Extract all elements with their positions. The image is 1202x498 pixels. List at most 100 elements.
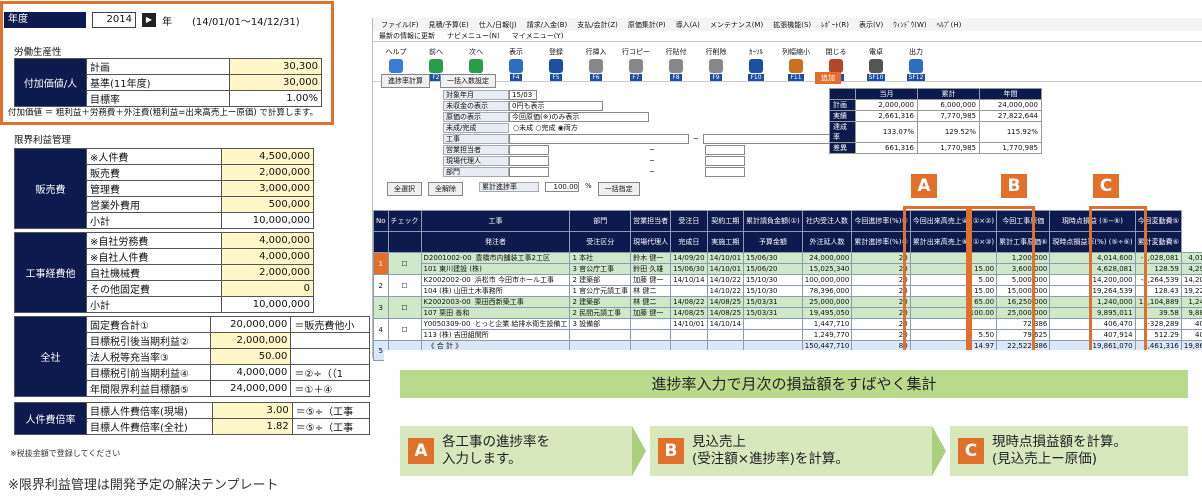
toolbar-label: ヘルプ xyxy=(385,48,407,56)
kpi-cell: 115.92% xyxy=(979,121,1042,143)
sales-value[interactable]: 2,000,000 xyxy=(221,164,314,181)
const-value[interactable]: 4,000,000 xyxy=(221,232,314,249)
hr-value[interactable]: 1.82 xyxy=(211,418,293,435)
const-value[interactable]: 0 xyxy=(221,280,314,297)
sales-value[interactable]: 500,000 xyxy=(221,196,314,213)
label-b: B xyxy=(1001,174,1027,198)
toolbar-button[interactable]: 行貼付 F8 xyxy=(659,47,693,81)
row-checkbox[interactable]: ☐ xyxy=(387,274,422,297)
const-value[interactable]: 4,000,000 xyxy=(221,248,314,265)
deselect-all-button[interactable]: 全解除 xyxy=(428,182,463,196)
row-number: 1 xyxy=(373,252,389,275)
menu-item[interactable]: 仕入/日報(J) xyxy=(479,20,517,30)
toolbar-button[interactable]: ｶｰｿﾙ F10 xyxy=(739,47,773,81)
bulk-apply-button[interactable]: 一括指定 xyxy=(597,182,640,196)
table-cell: 15/03/31 xyxy=(743,296,803,308)
menu-item[interactable]: ｳｨﾝﾄﾞｳ(W) xyxy=(893,20,926,30)
function-key: F5 xyxy=(550,74,562,81)
menu-item[interactable]: 支払/会計(Z) xyxy=(577,20,618,30)
const-value[interactable]: 2,000,000 xyxy=(221,264,314,281)
table-row[interactable]: 107 栗田 善和 2 民間元請工事 加藤 健一 14/08/25 14/08/25 15… xyxy=(374,307,1202,319)
project-to-input[interactable] xyxy=(702,134,833,144)
toolbar-icon xyxy=(709,59,723,73)
const-label: ※自社労務費 xyxy=(86,232,222,249)
toolbar-button[interactable]: 電卓 SF10 xyxy=(859,47,893,81)
toolbar-button[interactable]: 行挿入 F6 xyxy=(579,47,613,81)
highlight-b xyxy=(969,206,1035,354)
column-header: チェック xyxy=(387,210,422,232)
select-all-button[interactable]: 全選択 xyxy=(387,182,422,196)
toolbar-button[interactable]: 列幅縮小 F11 xyxy=(779,47,813,81)
table-row[interactable]: 3 ☐ K2002003-00 栗田西新築工事 2 建築部林 健二 14/08/22 14/… xyxy=(373,296,1202,319)
row-checkbox[interactable]: ☐ xyxy=(387,318,422,341)
toolbar-label: 行貼付 xyxy=(665,48,687,56)
menu-item[interactable]: 原価集計(P) xyxy=(628,20,666,30)
status-radio[interactable]: ○未成 ○完成 ◉両方 xyxy=(509,123,578,133)
column-header: 受注区分 xyxy=(569,231,632,253)
menu-item[interactable]: 見積/予算(E) xyxy=(429,20,469,30)
agent-from-input[interactable] xyxy=(509,156,549,166)
row-checkbox[interactable]: ☐ xyxy=(387,296,422,319)
menu-item[interactable]: ﾚﾎﾟｰﾄ(R) xyxy=(821,20,849,30)
toolbar-label: 列幅縮小 xyxy=(782,48,810,56)
sales-value[interactable]: 4,500,000 xyxy=(221,148,314,165)
menu-item[interactable]: 拡張機能(S) xyxy=(773,20,811,30)
table-row[interactable]: 1 ☐ D2001002-00 豊橋市内舗装工事2工区 1 本社 鈴木 健一 14/09/2… xyxy=(373,252,1202,275)
all-value: 20,000,000 xyxy=(210,316,292,333)
sales-value[interactable]: 3,000,000 xyxy=(221,180,314,197)
cumulative-rate-input[interactable]: 100.00 xyxy=(545,182,579,192)
table-cell: 14/10/14 xyxy=(670,274,708,286)
toolbar-button[interactable]: 出力 SF12 xyxy=(899,47,933,81)
tab-bulk-setting[interactable]: 一括入数設定 xyxy=(440,74,496,88)
table-cell: 406,470 xyxy=(1180,318,1202,330)
menu-item[interactable]: 導入(A) xyxy=(676,20,700,30)
dept-from-input[interactable] xyxy=(509,167,549,177)
dept-to-input[interactable] xyxy=(704,167,745,177)
table-cell: 19,229,109 xyxy=(1180,285,1202,297)
all-value[interactable]: 2,000,000 xyxy=(210,332,292,349)
navi-menu-link[interactable]: ナビメニュー(N) xyxy=(447,31,500,41)
toolbar-button[interactable]: 表示 F4 xyxy=(499,47,533,81)
sales-label: 小計 xyxy=(86,212,222,229)
kpi-corner xyxy=(829,88,856,100)
row-checkbox[interactable]: ☐ xyxy=(387,252,422,275)
kpi-key: 計画 xyxy=(829,99,856,111)
table-row[interactable]: 4 ☐ Y0050309-00 とっと企業 給排水衛生設備工 3 設備部 14/10/01… xyxy=(373,318,1202,341)
receivable-select[interactable]: 0円も表示 xyxy=(509,101,603,111)
month-input[interactable]: 15/03 xyxy=(509,90,537,100)
percent-label: % xyxy=(585,182,592,190)
project-from-input[interactable] xyxy=(509,134,689,144)
toolbar-button[interactable]: 行コピー F7 xyxy=(619,47,653,81)
table-row[interactable]: 2 ☐ K2002002-00 浜松市 今田市ホール工事 2 建築部 加藤 健一 14/10… xyxy=(373,274,1202,297)
all-label: 目標税引後当期利益② xyxy=(85,332,212,349)
menu-item[interactable]: 請求/入金(B) xyxy=(527,20,568,30)
table-cell xyxy=(670,329,708,341)
table-cell: 407,673 xyxy=(1180,329,1202,341)
kpi-cell: 129.52% xyxy=(917,121,980,143)
menu-item[interactable]: ﾍﾙﾌﾟ(H) xyxy=(937,20,962,30)
table-cell: 20 xyxy=(851,318,911,330)
toolbar-button[interactable]: 行削除 F9 xyxy=(699,47,733,81)
add-button[interactable]: 追加 xyxy=(815,72,841,84)
toolbar-button[interactable]: 登録 F5 xyxy=(539,47,573,81)
table-row[interactable]: 101 東川建設 (株) 3 官公庁工事 鈴田 久雄 15/06/30 14/10/01… xyxy=(374,263,1202,275)
sales-from-input[interactable] xyxy=(509,145,549,155)
toolbar-label: 行挿入 xyxy=(585,48,607,56)
table-cell: 78,396,000 xyxy=(801,285,853,297)
table-cell: 14/10/22 xyxy=(706,274,745,286)
menu-item[interactable]: 表示(V) xyxy=(859,20,883,30)
agent-to-input[interactable] xyxy=(704,156,745,166)
hr-value[interactable]: 3.00 xyxy=(211,402,293,419)
my-menu-link[interactable]: マイメニュー(Y) xyxy=(512,31,564,41)
table-row[interactable]: 104 (株) 山田土木事務所 1 官公庁元請工事林 健二 14/10/22 15/1… xyxy=(374,285,1202,297)
menu-item[interactable]: メンテナンス(M) xyxy=(710,20,763,30)
menu-item[interactable]: ファイル(F) xyxy=(381,20,419,30)
cost-select[interactable]: 今回原価(※)のみ表示 xyxy=(509,112,649,122)
table-row[interactable]: 113 (株) 吉田組関所 1,249,770 20 5.50 79,625 407,91… xyxy=(374,329,1202,341)
tab-progress-calc[interactable]: 進捗率計算 xyxy=(381,74,430,88)
all-value[interactable]: 50.00 xyxy=(210,348,292,365)
table-cell: D2001002-00 豊橋市内舗装工事2工区 xyxy=(420,252,571,264)
kpi-cell: 1,770,985 xyxy=(917,142,980,154)
sales-to-input[interactable] xyxy=(704,145,745,155)
refresh-link[interactable]: 最新の情報に更新 xyxy=(379,31,435,41)
